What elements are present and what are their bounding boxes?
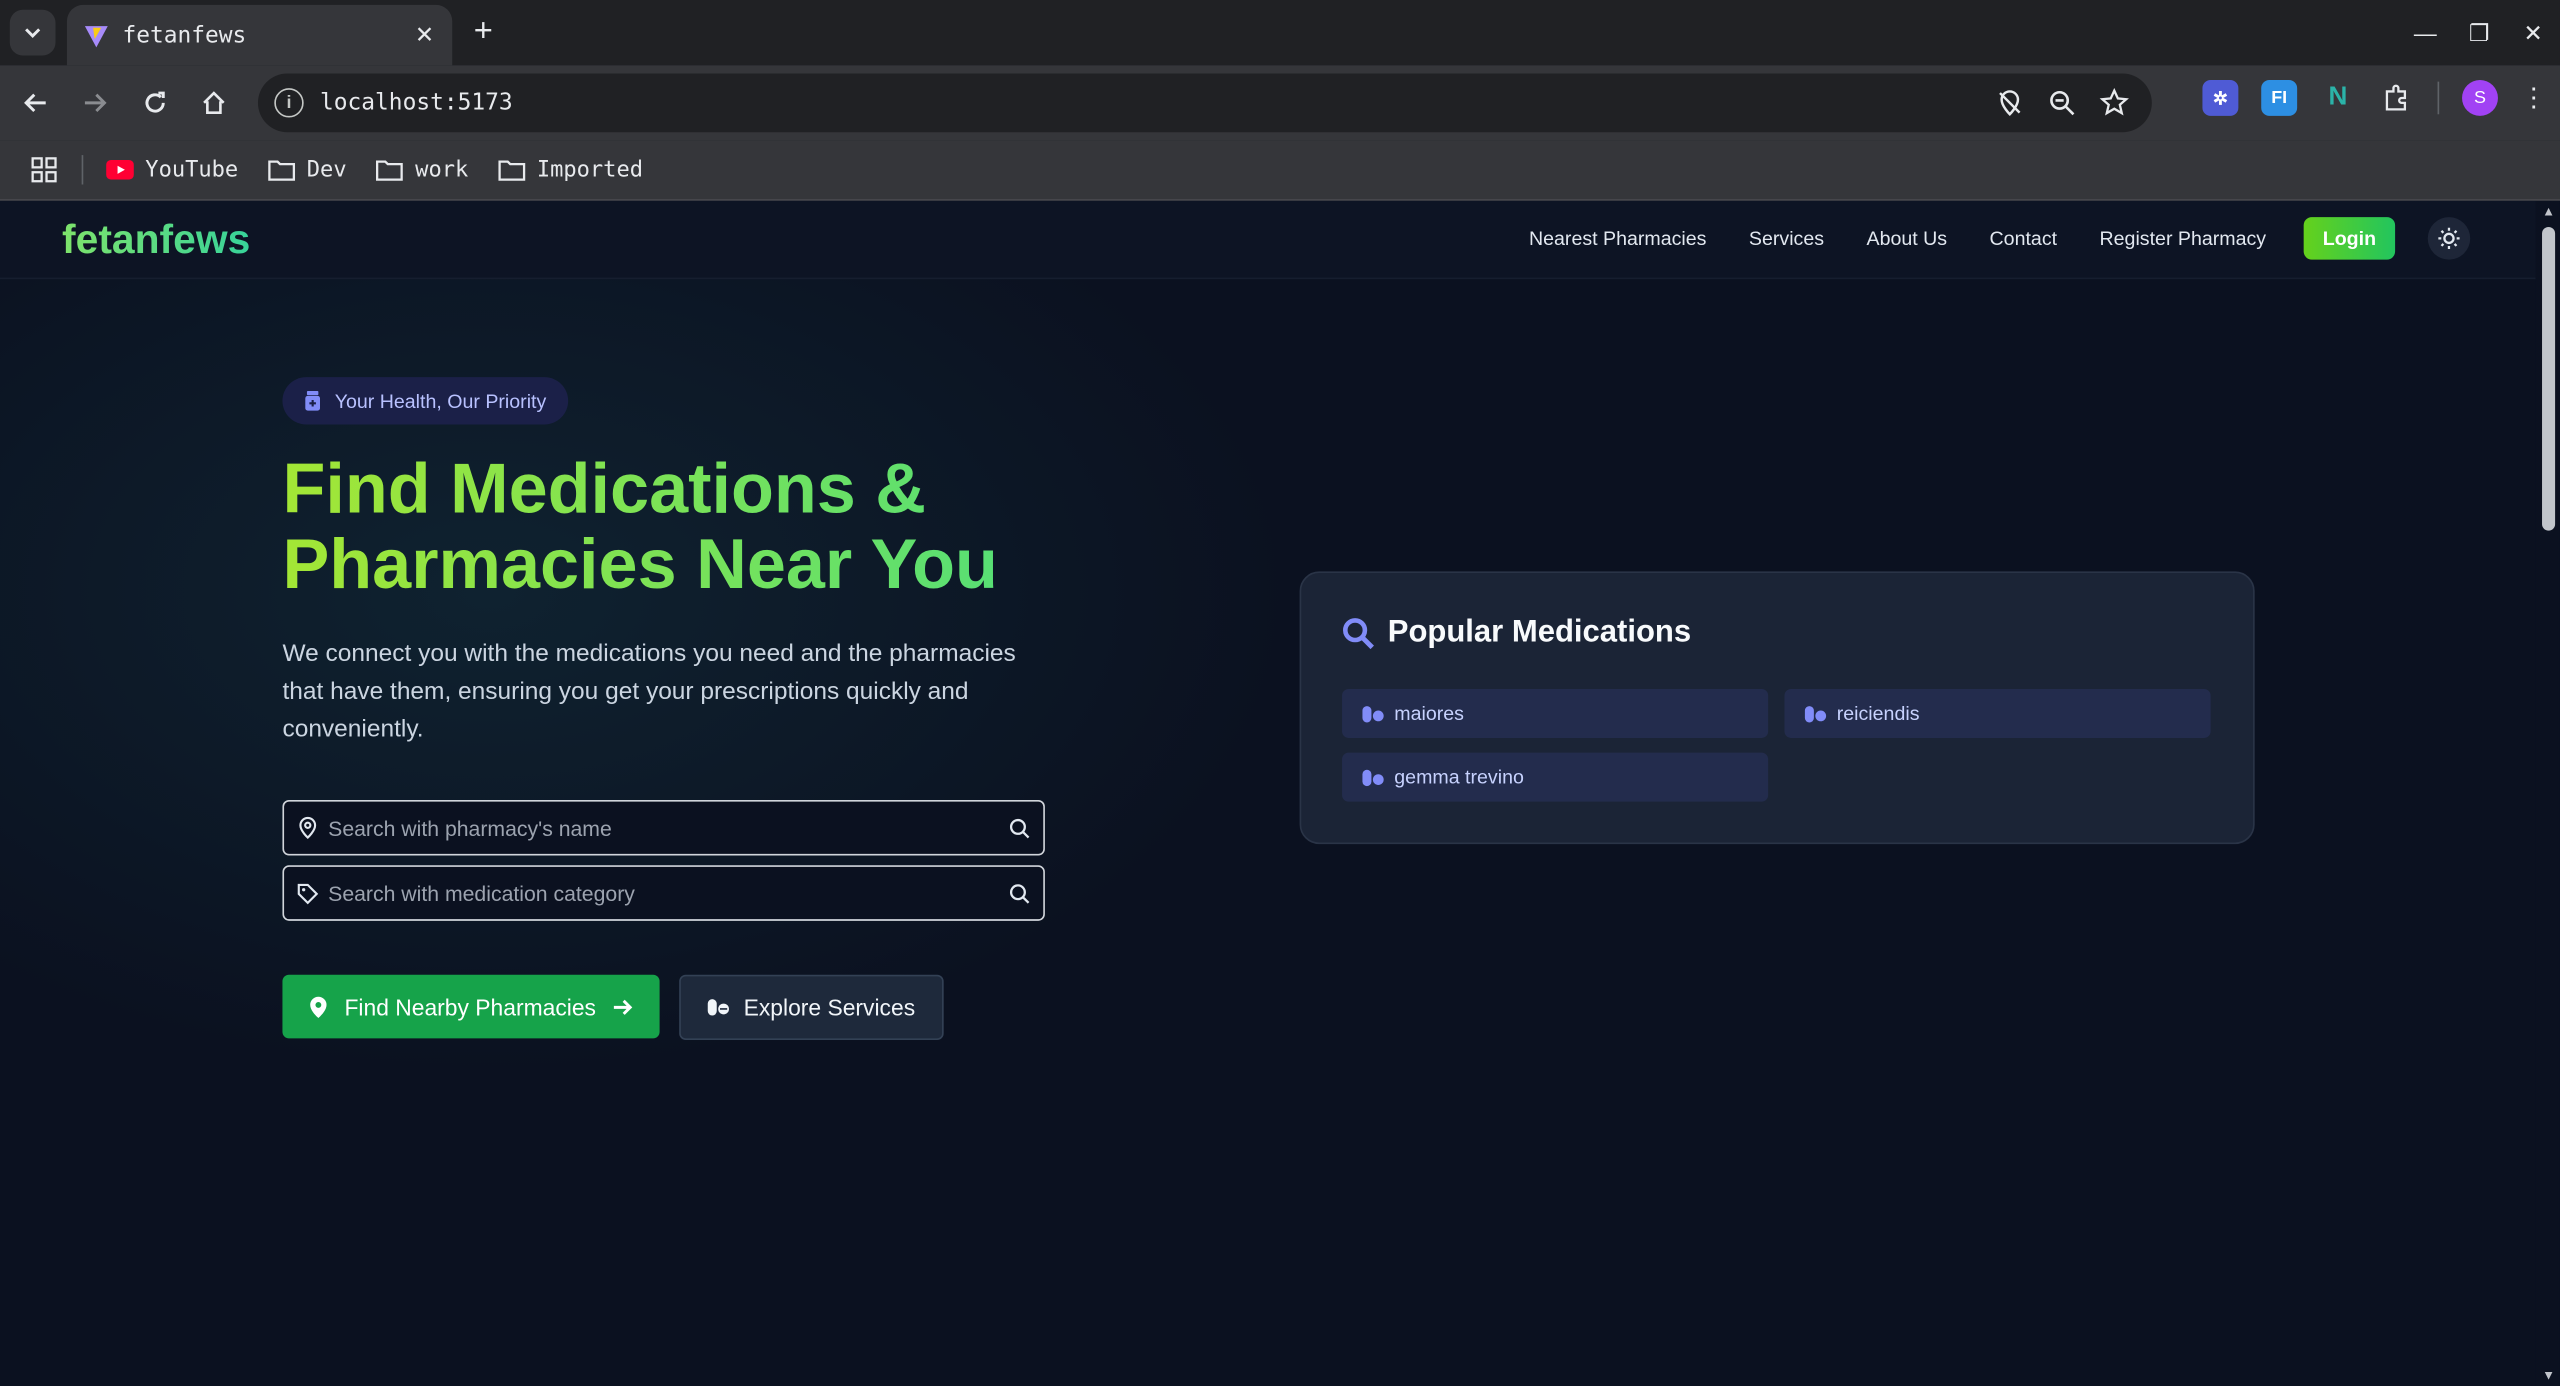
- reload-button[interactable]: [136, 83, 175, 122]
- nav-link-contact[interactable]: Contact: [1990, 227, 2058, 250]
- medication-item[interactable]: reiciendis: [1784, 688, 2211, 738]
- more-menu-icon[interactable]: ⋮: [2521, 82, 2547, 115]
- page-viewport: fetanfews Nearest Pharmacies Services Ab…: [0, 200, 2560, 1386]
- tag-icon: [297, 883, 319, 904]
- folder-icon: [268, 160, 295, 181]
- explore-services-button[interactable]: Explore Services: [679, 974, 944, 1040]
- popular-medications-title: Popular Medications: [1387, 615, 1692, 650]
- url-text: localhost:5173: [319, 89, 513, 116]
- hero-description: We connect you with the medications you …: [282, 639, 1016, 743]
- browser-tab[interactable]: fetanfews ✕: [66, 4, 453, 66]
- bookmark-folder-imported[interactable]: Imported: [498, 157, 643, 183]
- restore-icon[interactable]: ❐: [2452, 19, 2506, 47]
- arrow-right-icon: [613, 998, 633, 1015]
- bookmark-label: Dev: [306, 156, 347, 183]
- window-controls: — ❐ ✕: [2398, 0, 2560, 65]
- search-icon[interactable]: [1009, 817, 1030, 838]
- toolbar-divider: [2437, 81, 2440, 115]
- popular-medications-card: Popular Medications maiores reiciendis g…: [1299, 571, 2255, 845]
- tab-title: fetanfews: [122, 22, 247, 49]
- bookmark-label: Imported: [536, 156, 644, 183]
- new-tab-button[interactable]: +: [465, 13, 501, 49]
- browser-toolbar: i localhost:5173 ✲ FI N S ⋮: [0, 65, 2560, 141]
- bookmark-folder-dev[interactable]: Dev: [268, 157, 347, 183]
- nav-link-register-pharmacy[interactable]: Register Pharmacy: [2100, 227, 2267, 250]
- tab-search-button[interactable]: [9, 9, 56, 56]
- nav-link-about-us[interactable]: About Us: [1867, 227, 1948, 250]
- find-nearby-label: Find Nearby Pharmacies: [344, 993, 596, 1020]
- extension-react-icon[interactable]: ✲: [2202, 79, 2239, 116]
- location-off-icon[interactable]: [1995, 88, 2024, 117]
- folder-icon: [376, 160, 404, 181]
- category-search-input[interactable]: [328, 880, 1009, 906]
- minimize-icon[interactable]: —: [2398, 20, 2452, 46]
- close-window-icon[interactable]: ✕: [2506, 19, 2560, 47]
- hero-title: Find Medications & Pharmacies Near You: [282, 452, 1131, 602]
- pharmacy-search-input[interactable]: [328, 815, 1009, 840]
- bookmark-label: YouTube: [145, 156, 239, 183]
- extension-fi-icon[interactable]: FI: [2261, 79, 2298, 116]
- profile-avatar[interactable]: S: [2462, 79, 2498, 116]
- bookmark-label: work: [415, 156, 469, 183]
- map-pin-icon: [299, 816, 317, 839]
- medication-item[interactable]: maiores: [1342, 688, 1769, 738]
- close-tab-icon[interactable]: ✕: [410, 21, 439, 49]
- scroll-down-arrow[interactable]: ▼: [2542, 1368, 2555, 1383]
- explore-services-label: Explore Services: [743, 994, 916, 1021]
- find-nearby-pharmacies-button[interactable]: Find Nearby Pharmacies: [282, 974, 660, 1039]
- site-navbar: fetanfews Nearest Pharmacies Services Ab…: [0, 200, 2536, 280]
- map-pin-icon: [310, 995, 327, 1018]
- medication-name: gemma trevino: [1394, 765, 1524, 789]
- browser-tabstrip: fetanfews ✕ + — ❐ ✕: [0, 0, 2560, 66]
- pills-icon: [1362, 705, 1384, 722]
- theme-toggle-button[interactable]: [2427, 217, 2471, 260]
- nav-link-nearest-pharmacies[interactable]: Nearest Pharmacies: [1529, 227, 1706, 250]
- arrow-right-icon: [84, 93, 107, 113]
- nav-link-services[interactable]: Services: [1749, 227, 1824, 250]
- pills-icon: [1804, 705, 1827, 722]
- category-search-field[interactable]: [282, 865, 1045, 921]
- medication-name: maiores: [1394, 702, 1464, 725]
- back-button[interactable]: [16, 83, 55, 122]
- bookmark-folder-work[interactable]: work: [376, 157, 468, 183]
- sun-icon: [2438, 227, 2460, 249]
- apps-grid-icon[interactable]: [29, 155, 58, 184]
- medicine-bottle-icon: [305, 391, 320, 411]
- popular-medications-heading: Popular Medications: [1342, 616, 1691, 652]
- search-icon[interactable]: [1009, 882, 1030, 903]
- hero-badge-text: Your Health, Our Priority: [334, 389, 547, 413]
- bookmark-star-icon[interactable]: [2099, 88, 2129, 117]
- site-info-icon[interactable]: i: [274, 88, 304, 118]
- bookmark-youtube[interactable]: YouTube: [106, 157, 238, 183]
- scroll-thumb[interactable]: [2542, 226, 2556, 531]
- page-scrollbar[interactable]: ▲ ▼: [2535, 200, 2560, 1386]
- home-icon: [203, 91, 225, 114]
- bookmarks-bar: YouTube Dev work Imported: [0, 140, 2560, 201]
- zoom-icon[interactable]: [2047, 88, 2076, 117]
- nav-links: Nearest Pharmacies Services About Us Con…: [1487, 217, 2471, 260]
- reload-icon: [145, 91, 165, 113]
- vite-favicon-icon: [84, 25, 108, 47]
- youtube-icon: [106, 159, 134, 180]
- folder-icon: [498, 160, 525, 181]
- medication-name: reiciendis: [1836, 702, 1920, 725]
- forward-button[interactable]: [75, 83, 114, 122]
- pills-icon: [1362, 768, 1384, 786]
- address-bar[interactable]: i localhost:5173: [257, 73, 2152, 133]
- extension-n-icon[interactable]: N: [2320, 80, 2356, 116]
- arrow-left-icon: [24, 93, 46, 113]
- search-icon: [1343, 618, 1374, 650]
- bookmarks-divider: [81, 155, 84, 185]
- scroll-up-arrow[interactable]: ▲: [2542, 204, 2555, 219]
- chevron-down-icon: [25, 28, 41, 38]
- home-button[interactable]: [194, 83, 233, 122]
- hero-badge: Your Health, Our Priority: [282, 377, 568, 425]
- pills-icon: [708, 999, 730, 1016]
- pharmacy-search-field[interactable]: [282, 799, 1045, 856]
- login-button[interactable]: Login: [2303, 217, 2396, 260]
- extensions-puzzle-icon[interactable]: [2379, 80, 2415, 116]
- medication-item[interactable]: gemma trevino: [1342, 752, 1769, 802]
- site-logo[interactable]: fetanfews: [62, 217, 250, 264]
